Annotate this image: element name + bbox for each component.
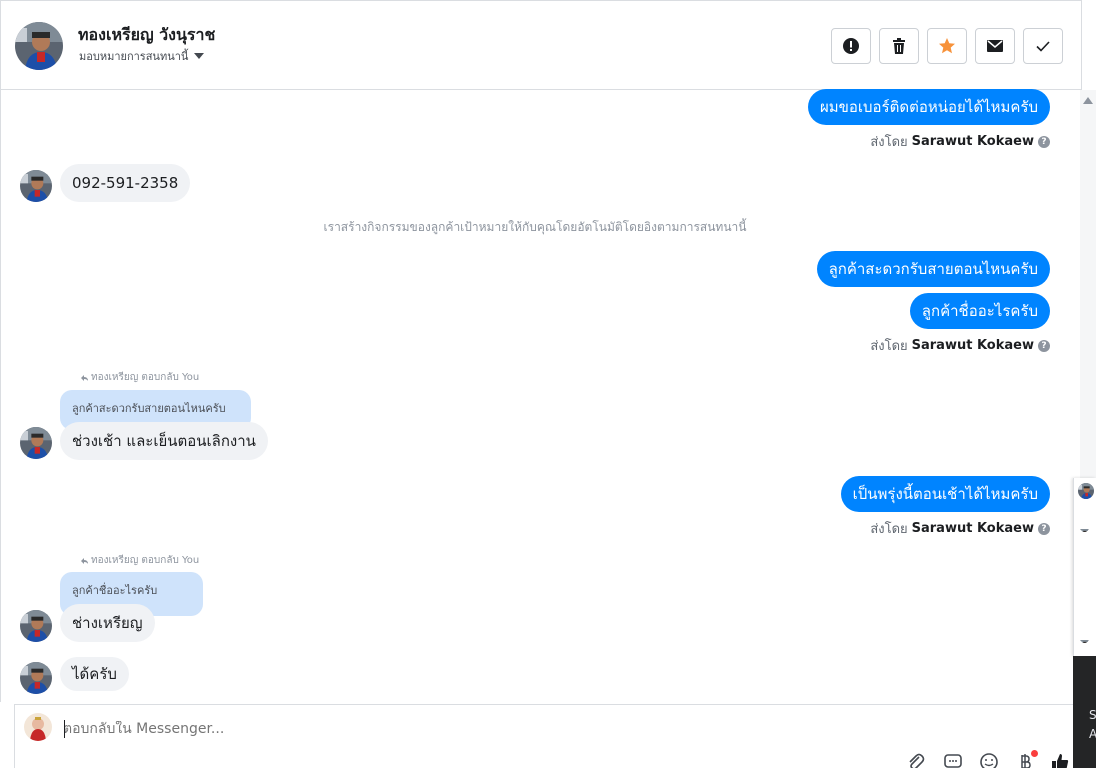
page-avatar	[24, 713, 52, 741]
mark-spam-button[interactable]	[831, 28, 871, 64]
reply-arrow-icon	[81, 557, 88, 564]
help-icon[interactable]: ?	[1038, 135, 1050, 148]
checkmark-icon	[1036, 41, 1050, 52]
system-message: เราสร้างกิจกรรมของลูกค้าเป้าหมายให้กับคุ…	[323, 220, 747, 234]
contact-avatar-small	[20, 662, 52, 694]
mark-unread-button[interactable]	[975, 28, 1015, 64]
notification-dot	[1031, 750, 1038, 757]
sent-by-label: ส่งโดย Sarawut Kokaew ?	[870, 518, 1050, 539]
reply-indicator: ทองเหรียญ ตอบกลับ You	[80, 370, 199, 385]
contact-avatar[interactable]	[15, 22, 63, 70]
sent-by-agent: Sarawut Kokaew	[911, 521, 1034, 536]
reply-meta-text: ทองเหรียญ ตอบกลับ You	[91, 372, 200, 383]
incoming-message[interactable]: ช่วงเช้า และเย็นตอนเลิกงาน	[60, 422, 268, 460]
outgoing-message[interactable]: เป็นพรุ่งนี้ตอนเช้าได้ไหมครับ	[840, 476, 1050, 512]
popup-avatar-small	[1080, 523, 1089, 532]
caret-down-icon	[194, 53, 205, 59]
scroll-up-arrow-icon[interactable]	[1083, 97, 1093, 104]
reply-arrow-icon	[81, 374, 88, 381]
outgoing-message[interactable]: ลูกค้าชื่ออะไรครับ	[909, 293, 1050, 329]
star-icon	[939, 38, 955, 54]
smiley-icon	[980, 753, 998, 768]
sent-by-prefix: ส่งโดย	[870, 135, 908, 150]
assign-label: มอบหมายการสนทนานี้	[79, 50, 189, 63]
popup-avatar	[1078, 483, 1094, 499]
reply-input[interactable]	[63, 721, 963, 737]
mark-done-button[interactable]	[1023, 28, 1063, 64]
popup-avatar-small	[1080, 634, 1089, 643]
help-icon[interactable]: ?	[1038, 522, 1050, 535]
text-cursor	[64, 720, 65, 738]
envelope-icon	[987, 40, 1003, 52]
emoji-button[interactable]	[978, 751, 1000, 768]
contact-avatar-small	[20, 170, 52, 202]
trash-icon	[893, 38, 905, 54]
exclamation-icon	[843, 38, 859, 54]
conversation-header: ทองเหรียญ วังนุราช มอบหมายการสนทนานี้	[0, 0, 1082, 90]
sent-by-prefix: ส่งโดย	[870, 522, 908, 537]
outgoing-message[interactable]: ลูกค้าสะดวกรับสายตอนไหนครับ	[816, 251, 1050, 287]
reply-indicator: ทองเหรียญ ตอบกลับ You	[80, 553, 199, 568]
reply-meta-text: ทองเหรียญ ตอบกลับ You	[91, 555, 200, 566]
outgoing-message[interactable]: ผมขอเบอร์ติดต่อหน่อยได้ไหมครับ	[807, 89, 1050, 125]
side-panel-text: S	[1089, 708, 1096, 722]
delete-button[interactable]	[879, 28, 919, 64]
help-icon[interactable]: ?	[1038, 339, 1050, 352]
side-panel-text: A	[1089, 727, 1096, 741]
contact-avatar-small	[20, 610, 52, 642]
sent-by-label: ส่งโดย Sarawut Kokaew ?	[870, 335, 1050, 356]
attach-button[interactable]	[905, 751, 927, 768]
incoming-message[interactable]: ช่างเหรียญ	[60, 604, 155, 642]
sent-by-agent: Sarawut Kokaew	[911, 134, 1034, 149]
incoming-message[interactable]: ได้ครับ	[60, 657, 129, 691]
saved-replies-button[interactable]	[942, 751, 964, 768]
sent-by-agent: Sarawut Kokaew	[911, 338, 1034, 353]
paperclip-icon	[909, 753, 925, 768]
sent-by-prefix: ส่งโดย	[870, 339, 908, 354]
thumbs-up-icon	[1052, 754, 1069, 768]
assign-conversation-dropdown[interactable]: มอบหมายการสนทนานี้	[79, 47, 205, 65]
star-button[interactable]	[927, 28, 967, 64]
incoming-message[interactable]: 092-591-2358	[60, 164, 191, 202]
contact-name[interactable]: ทองเหรียญ วังนุราช	[78, 23, 215, 48]
sent-by-label: ส่งโดย Sarawut Kokaew ?	[870, 131, 1050, 152]
chat-bubble-icon	[944, 754, 962, 768]
like-button[interactable]	[1049, 751, 1071, 768]
message-composer	[14, 704, 1082, 768]
contact-avatar-small	[20, 427, 52, 459]
side-popup[interactable]	[1073, 478, 1096, 656]
